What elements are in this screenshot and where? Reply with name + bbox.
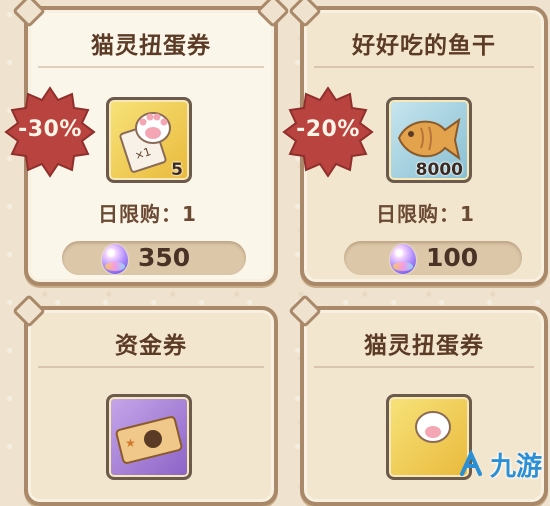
- shop-item-card[interactable]: 资金券 ★: [12, 294, 278, 506]
- daily-limit-label: 日限购：1: [98, 202, 197, 226]
- watermark-logo: 九游: [456, 446, 542, 483]
- item-title: 猫灵扭蛋券: [364, 333, 484, 359]
- item-slot[interactable]: ×1 5: [106, 97, 192, 183]
- item-quantity: 8000: [415, 160, 463, 180]
- discount-badge: -30%: [4, 86, 96, 178]
- gem-currency-icon: [390, 244, 416, 274]
- price-value: 350: [138, 243, 191, 272]
- daily-limit-label: 日限购：1: [376, 202, 475, 226]
- item-quantity: 5: [171, 160, 183, 180]
- discount-badge: -20%: [282, 86, 374, 178]
- price-value: 100: [426, 243, 479, 272]
- price-button[interactable]: 350: [62, 241, 246, 275]
- item-slot[interactable]: 8000: [386, 97, 472, 183]
- card-title-bar: 猫灵扭蛋券: [38, 20, 264, 68]
- svg-text:★: ★: [125, 436, 136, 450]
- item-slot[interactable]: ★: [106, 394, 192, 480]
- watermark-text: 九游: [489, 452, 542, 482]
- card-title-bar: 好好吃的鱼干: [314, 20, 534, 68]
- item-title: 好好吃的鱼干: [352, 33, 496, 59]
- item-title: 猫灵扭蛋券: [91, 33, 211, 59]
- gem-currency-icon: [102, 244, 128, 274]
- discount-text: -20%: [296, 117, 360, 142]
- watermark-icon: [459, 449, 482, 476]
- card-title-bar: 猫灵扭蛋券: [314, 320, 534, 368]
- fund-ticket-icon: ★: [115, 416, 183, 464]
- discount-text: -30%: [18, 117, 82, 142]
- item-title: 资金券: [115, 333, 187, 359]
- price-button[interactable]: 100: [344, 241, 522, 275]
- card-title-bar: 资金券: [38, 320, 264, 368]
